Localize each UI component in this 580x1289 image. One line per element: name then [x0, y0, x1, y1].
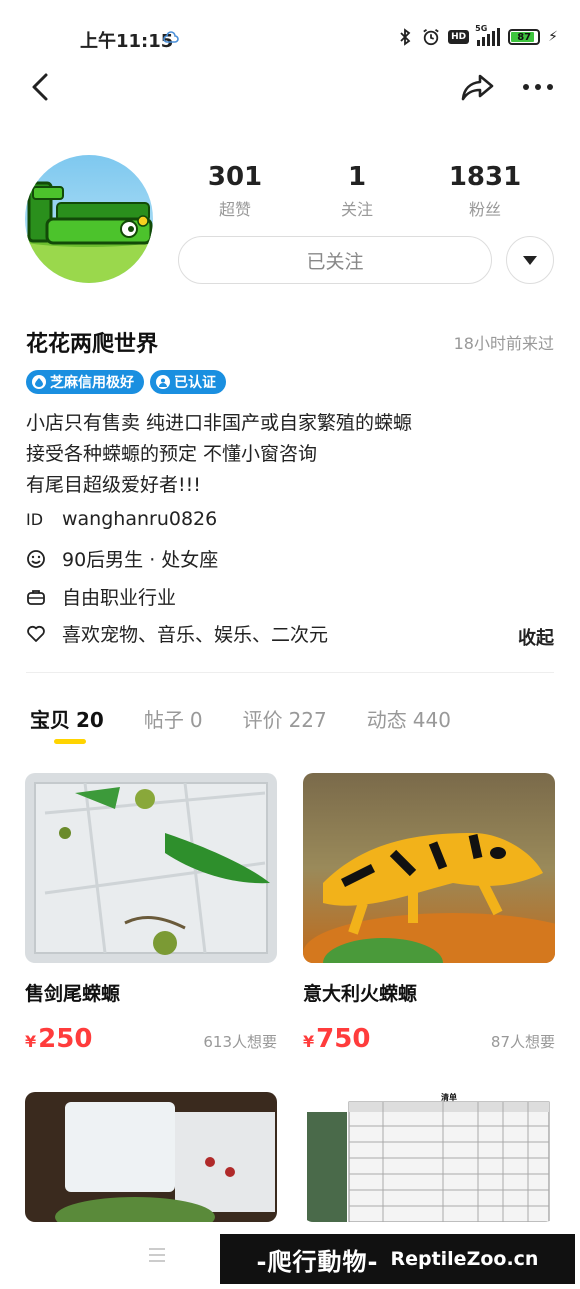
currency-symbol: ¥: [303, 1032, 315, 1051]
active-tab-indicator: [54, 739, 86, 744]
tab-items[interactable]: 宝贝 20: [30, 704, 104, 733]
share-icon[interactable]: [460, 72, 496, 102]
verified-badge[interactable]: 已认证: [150, 370, 226, 394]
battery-level: 87: [517, 31, 532, 43]
tab-label: 帖子: [143, 708, 184, 732]
alarm-icon: [422, 26, 440, 48]
tab-count: 440: [412, 708, 451, 732]
battery-icon: 87: [508, 29, 541, 45]
credit-badge[interactable]: 芝麻信用极好: [26, 370, 144, 394]
hobbies: 喜欢宠物、音乐、娱乐、二次元: [62, 624, 329, 646]
charging-icon: ⚡: [548, 29, 558, 45]
bio: 小店只有售卖 纯进口非国产或自家繁殖的蝾螈 接受各种蝾螈的预定 不懂小窗咨询 有…: [26, 408, 412, 501]
age-row: 90后男生 · 处女座: [26, 545, 218, 572]
tab-label: 动态: [366, 708, 407, 732]
watermark-banner: -爬行動物- ReptileZoo.cn: [220, 1234, 575, 1284]
heart-icon: [26, 624, 50, 644]
tab-count: 0: [189, 708, 203, 732]
credit-badge-label: 芝麻信用极好: [50, 375, 134, 391]
age-sign: 90后男生 · 处女座: [62, 549, 219, 571]
product-image: [303, 773, 555, 963]
price-row: ¥250 613人想要: [25, 1024, 277, 1054]
back-icon[interactable]: [26, 72, 56, 102]
collapse-button[interactable]: 收起: [518, 624, 554, 650]
verified-badge-label: 已认证: [174, 375, 216, 391]
person-icon: [156, 375, 170, 389]
nav-bar: [0, 62, 580, 112]
job-row: 自由职业行业: [26, 583, 176, 610]
tab-activity[interactable]: 动态 440: [367, 704, 451, 733]
bio-line: 小店只有售卖 纯进口非国产或自家繁殖的蝾螈: [26, 412, 413, 434]
signal-icon: 5G: [475, 24, 501, 46]
status-bar: 上午11:15 HD 5G 87 ⚡: [0, 0, 580, 70]
badges: 芝麻信用极好 已认证: [26, 370, 226, 394]
briefcase-icon: [26, 587, 50, 607]
id-row: ID wanghanru0826: [26, 508, 217, 530]
product-price: ¥250: [25, 1024, 92, 1054]
product-card[interactable]: 清单: [303, 1092, 555, 1222]
list-heading: 清单: [441, 1093, 457, 1102]
tab-label: 宝贝: [30, 708, 70, 732]
stat-label: 关注: [340, 200, 373, 219]
caret-down-icon: [523, 256, 537, 265]
price-value: 750: [316, 1024, 371, 1054]
product-title: 售剑尾蝾螈: [25, 983, 121, 1005]
tab-count: 227: [288, 708, 327, 732]
hobbies-row: 喜欢宠物、音乐、娱乐、二次元: [26, 620, 328, 647]
menu-icon[interactable]: [148, 1247, 166, 1263]
cloud-icon: [163, 31, 179, 43]
price-value: 250: [38, 1024, 93, 1054]
smiley-icon: [26, 549, 50, 569]
tab-count: 20: [76, 708, 104, 732]
watermark-en: ReptileZoo.cn: [390, 1248, 539, 1270]
id-label: ID: [26, 509, 44, 529]
bluetooth-icon: [396, 26, 414, 48]
tab-reviews[interactable]: 评价 227: [243, 704, 327, 733]
price-row: ¥750 87人想要: [303, 1024, 555, 1054]
tab-label: 评价: [242, 708, 283, 732]
id-value: wanghanru0826: [62, 508, 218, 530]
shop-name: 花花两爬世界: [26, 332, 159, 357]
stat-value: 1831: [448, 162, 522, 192]
product-title: 意大利火蝾螈: [303, 983, 418, 1005]
product-card[interactable]: 意大利火蝾螈 ¥750 87人想要: [303, 773, 555, 1054]
more-icon[interactable]: [520, 74, 556, 100]
product-price: ¥750: [303, 1024, 370, 1054]
hd-badge: HD: [448, 30, 470, 44]
stat-label: 超赞: [218, 200, 251, 219]
follow-dropdown-button[interactable]: [506, 236, 554, 284]
followed-button[interactable]: 已关注: [178, 236, 492, 284]
stat-likes[interactable]: 301 超赞: [180, 162, 290, 220]
stat-followers[interactable]: 1831 粉丝: [430, 162, 540, 220]
last-seen: 18小时前来过: [453, 334, 554, 353]
avatar[interactable]: [25, 155, 153, 283]
product-image: [25, 773, 277, 963]
product-card[interactable]: 售剑尾蝾螈 ¥250 613人想要: [25, 773, 277, 1054]
currency-symbol: ¥: [25, 1032, 37, 1051]
product-card[interactable]: [25, 1092, 277, 1222]
tab-posts[interactable]: 帖子 0: [144, 704, 203, 733]
watermark-cn: -爬行動物-: [256, 1247, 379, 1276]
wants-count: 613人想要: [203, 1033, 277, 1051]
status-time: 上午11:15: [80, 31, 174, 52]
network-label: 5G: [475, 24, 488, 33]
drop-icon: [32, 375, 46, 389]
divider: [26, 672, 554, 673]
stat-label: 粉丝: [468, 200, 501, 219]
bio-line: 接受各种蝾螈的预定 不懂小窗咨询: [26, 443, 318, 465]
job: 自由职业行业: [62, 587, 177, 609]
stat-following[interactable]: 1 关注: [302, 162, 412, 220]
stat-value: 301: [207, 162, 263, 192]
profile-tabs: 宝贝 20 帖子 0 评价 227 动态 440: [30, 704, 451, 733]
stat-value: 1: [347, 162, 367, 192]
bio-line: 有尾目超级爱好者!!!: [26, 474, 201, 496]
wants-count: 87人想要: [490, 1033, 555, 1051]
